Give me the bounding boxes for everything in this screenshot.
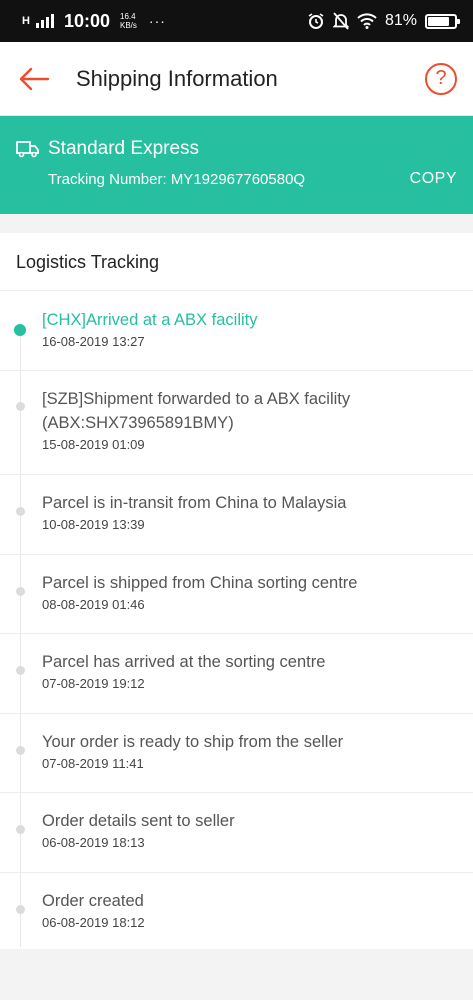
event-title: Parcel is shipped from China sorting cen… [42,574,358,592]
tracking-event: [SZB]Shipment forwarded to a ABX facilit… [0,371,473,475]
tracking-event: [CHX]Arrived at a ABX facility 16-08-201… [0,291,473,371]
battery-icon [425,13,460,29]
mute-icon [332,12,349,30]
event-title: Your order is ready to ship from the sel… [42,733,344,751]
copy-button[interactable]: COPY [410,170,457,188]
wifi-icon [357,13,377,29]
network-speed: 16.4 KB/s [120,12,137,30]
event-time: 07-08-2019 11:41 [42,756,144,771]
event-title: Parcel is in-transit from China to Malay… [42,494,347,512]
battery-percent: 81% [384,12,417,29]
timeline-dot [16,402,25,411]
event-time: 15-08-2019 01:09 [42,437,145,452]
clock: 10:00 [63,10,110,31]
tracking-event: Parcel has arrived at the sorting centre… [0,634,473,714]
back-button[interactable] [2,42,66,116]
event-time: 06-08-2019 18:12 [42,915,145,930]
timeline-dot [16,507,25,516]
event-time: 10-08-2019 13:39 [42,517,145,532]
event-title: Order created [42,892,144,910]
timeline-dot [16,905,25,914]
event-title: [CHX]Arrived at a ABX facility [42,311,258,329]
tracking-timeline: [CHX]Arrived at a ABX facility 16-08-201… [0,291,473,951]
shipping-method: Standard Express [48,138,200,159]
logistics-tracking-section: Logistics Tracking [CHX]Arrived at a ABX… [0,233,473,949]
tracking-event: Your order is ready to ship from the sel… [0,714,473,793]
tracking-number: Tracking Number: MY192967760580Q [48,170,306,188]
truck-icon [16,141,39,158]
section-title: Logistics Tracking [0,233,473,291]
event-time: 16-08-2019 13:27 [42,334,145,349]
tracking-event: Order details sent to seller 06-08-2019 … [0,793,473,873]
speed-value: 16.4 [120,12,136,21]
timeline-dot-active [14,324,26,336]
timeline-dot [16,587,25,596]
event-time: 07-08-2019 19:12 [42,676,145,691]
alarm-icon [308,13,324,29]
speed-unit: KB/s [120,21,137,30]
tracking-event: Order created 06-08-2019 18:12 [0,873,473,951]
more-notifications-icon: ··· [148,13,166,29]
status-bar: H 10:00 16.4 KB/s ··· 81% [0,0,473,42]
event-time: 08-08-2019 01:46 [42,597,145,612]
app-bar: Shipping Information ? [0,42,473,116]
help-icon: ? [435,67,447,89]
timeline-dot [16,825,25,834]
tracking-event: Parcel is shipped from China sorting cen… [0,555,473,634]
event-time: 06-08-2019 18:13 [42,835,145,850]
bottom-area [0,949,473,1000]
help-button[interactable]: ? [425,62,457,95]
network-type: H [22,15,30,27]
event-title: Order details sent to seller [42,812,235,830]
battery-level [428,16,450,26]
page-title: Shipping Information [76,65,278,91]
event-title: Parcel has arrived at the sorting centre [42,653,326,671]
timeline-dot [16,666,25,675]
timeline-dot [16,746,25,755]
shipping-banner: Standard Express Tracking Number: MY1929… [0,116,473,214]
tracking-event: Parcel is in-transit from China to Malay… [0,475,473,555]
back-arrow-icon [19,67,50,90]
event-title: [SZB]Shipment forwarded to a ABX facilit… [42,390,351,432]
signal-icon [35,14,54,28]
